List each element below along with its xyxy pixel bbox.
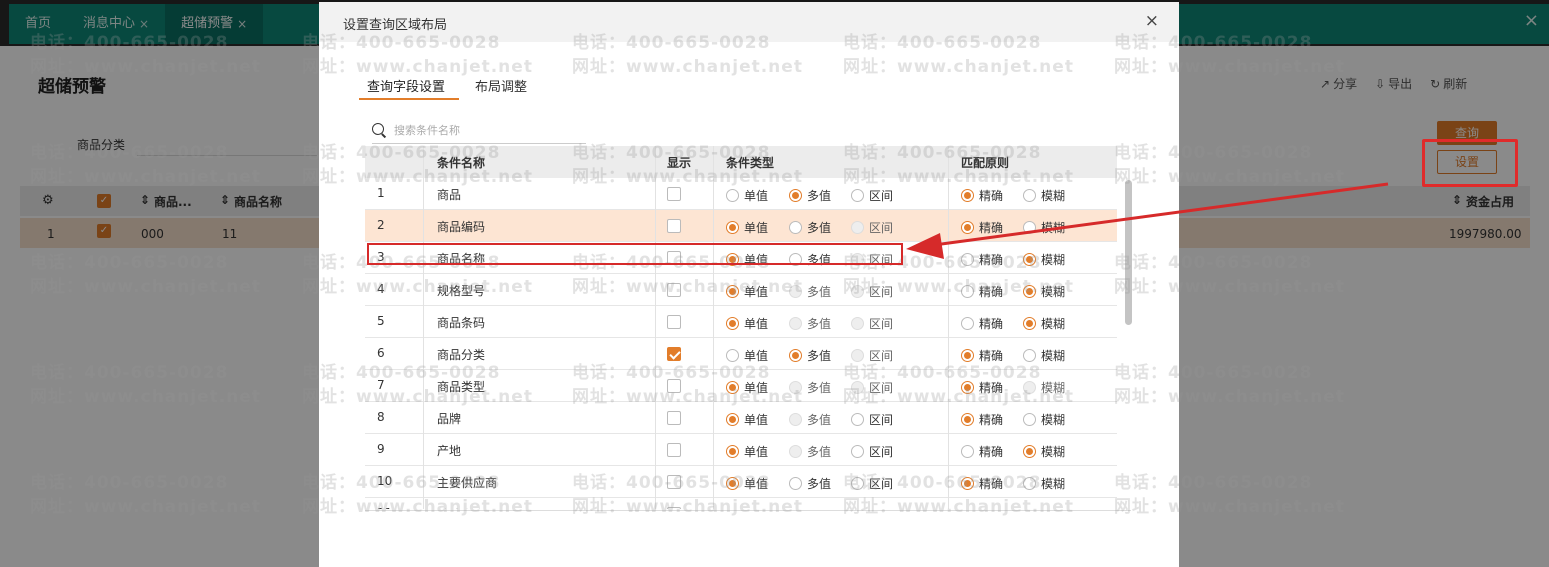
arrow-head <box>906 233 944 259</box>
arrow-shaft <box>933 182 1389 247</box>
annotation-arrow <box>906 182 1389 259</box>
